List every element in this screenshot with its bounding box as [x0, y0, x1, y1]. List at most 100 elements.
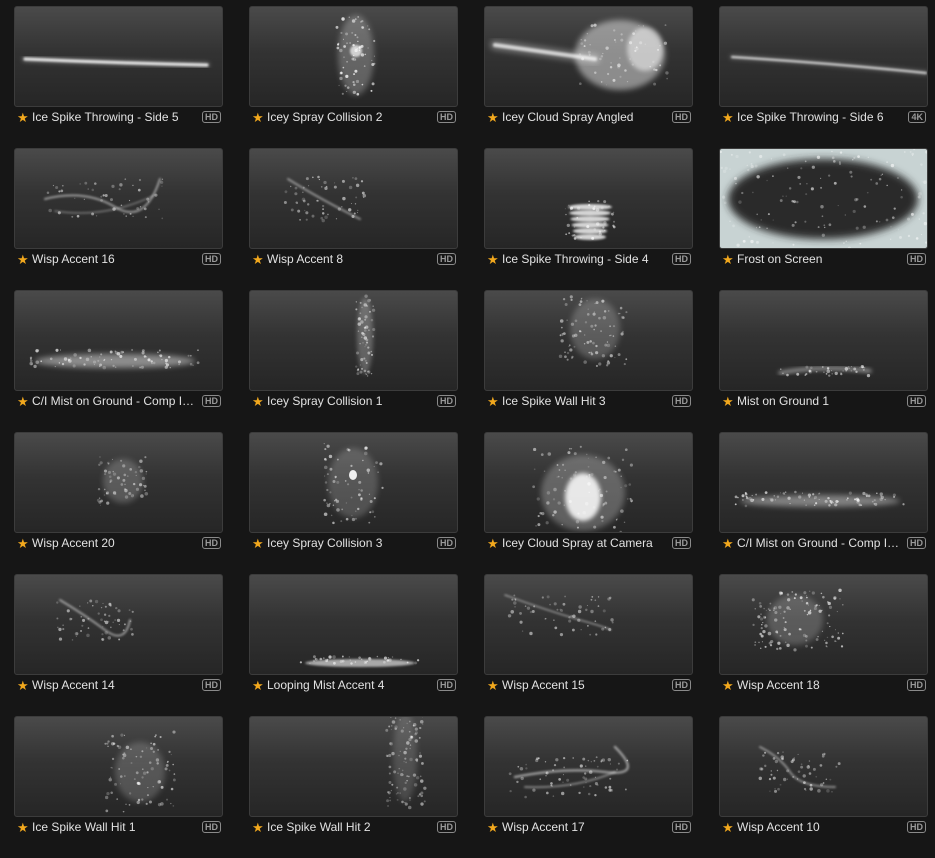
effect-thumbnail[interactable] [484, 432, 693, 533]
effect-thumbnail[interactable] [14, 290, 223, 391]
effect-caption: ★Ice Spike Throwing - Side 5HD [17, 109, 223, 125]
effect-tile[interactable]: ★Looping Mist Accent 4HD [249, 574, 458, 704]
star-icon[interactable]: ★ [722, 821, 736, 834]
star-icon[interactable]: ★ [487, 253, 501, 266]
effect-thumbnail[interactable] [14, 716, 223, 817]
effect-thumbnail[interactable] [484, 148, 693, 249]
effect-tile[interactable]: ★Wisp Accent 15HD [484, 574, 693, 704]
effect-tile[interactable]: ★Icey Cloud Spray at CameraHD [484, 432, 693, 562]
effect-caption: ★Wisp Accent 10HD [722, 819, 928, 835]
effect-tile[interactable]: ★Wisp Accent 20HD [14, 432, 223, 562]
effect-tile[interactable]: ★Wisp Accent 14HD [14, 574, 223, 704]
effect-thumbnail[interactable] [484, 6, 693, 107]
effect-caption: ★Wisp Accent 15HD [487, 677, 693, 693]
effect-tile[interactable]: ★C/I Mist on Ground - Comp In...HD [14, 290, 223, 420]
effect-title: Mist on Ground 1 [737, 394, 907, 408]
effect-thumbnail[interactable] [719, 574, 928, 675]
effect-preview-image [485, 433, 692, 532]
effect-tile[interactable]: ★Icey Spray Collision 2HD [249, 6, 458, 136]
effect-caption: ★Mist on Ground 1HD [722, 393, 928, 409]
effect-tile[interactable]: ★Icey Spray Collision 3HD [249, 432, 458, 562]
effect-preview-image [720, 149, 927, 248]
star-icon[interactable]: ★ [252, 395, 266, 408]
effect-thumbnail[interactable] [719, 716, 928, 817]
effect-thumbnail[interactable] [484, 574, 693, 675]
effect-thumbnail[interactable] [14, 574, 223, 675]
effect-thumbnail[interactable] [249, 574, 458, 675]
effect-tile[interactable]: ★Icey Cloud Spray AngledHD [484, 6, 693, 136]
effect-thumbnail[interactable] [249, 148, 458, 249]
effect-thumbnail[interactable] [14, 432, 223, 533]
effect-tile[interactable]: ★Ice Spike Throwing - Side 4HD [484, 148, 693, 278]
star-icon[interactable]: ★ [252, 253, 266, 266]
resolution-badge: HD [672, 679, 691, 691]
effect-title: Icey Spray Collision 2 [267, 110, 437, 124]
effect-thumbnail[interactable] [249, 6, 458, 107]
effect-preview-image [15, 717, 222, 816]
effect-tile[interactable]: ★Frost on ScreenHD [719, 148, 928, 278]
effect-thumbnail[interactable] [719, 290, 928, 391]
resolution-badge: HD [907, 679, 926, 691]
effect-tile[interactable]: ★C/I Mist on Ground - Comp In...HD [719, 432, 928, 562]
effect-thumbnail[interactable] [249, 432, 458, 533]
resolution-badge: HD [437, 821, 456, 833]
star-icon[interactable]: ★ [17, 537, 31, 550]
effect-preview-image [720, 575, 927, 674]
star-icon[interactable]: ★ [722, 111, 736, 124]
effect-tile[interactable]: ★Ice Spike Wall Hit 1HD [14, 716, 223, 846]
effect-caption: ★Wisp Accent 20HD [17, 535, 223, 551]
star-icon[interactable]: ★ [252, 111, 266, 124]
star-icon[interactable]: ★ [487, 537, 501, 550]
star-icon[interactable]: ★ [17, 395, 31, 408]
star-icon[interactable]: ★ [722, 537, 736, 550]
star-icon[interactable]: ★ [17, 821, 31, 834]
star-icon[interactable]: ★ [487, 395, 501, 408]
star-icon[interactable]: ★ [487, 821, 501, 834]
star-icon[interactable]: ★ [722, 395, 736, 408]
effect-preview-image [720, 291, 927, 390]
star-icon[interactable]: ★ [17, 253, 31, 266]
effect-preview-image [250, 433, 457, 532]
effect-tile[interactable]: ★Mist on Ground 1HD [719, 290, 928, 420]
effect-caption: ★C/I Mist on Ground - Comp In...HD [17, 393, 223, 409]
effect-tile[interactable]: ★Ice Spike Throwing - Side 5HD [14, 6, 223, 136]
effect-title: Icey Spray Collision 1 [267, 394, 437, 408]
effect-caption: ★Ice Spike Throwing - Side 4HD [487, 251, 693, 267]
effect-thumbnail[interactable] [719, 432, 928, 533]
effect-title: Wisp Accent 14 [32, 678, 202, 692]
star-icon[interactable]: ★ [17, 111, 31, 124]
effect-thumbnail[interactable] [249, 290, 458, 391]
effect-tile[interactable]: ★Ice Spike Wall Hit 3HD [484, 290, 693, 420]
resolution-badge: HD [202, 679, 221, 691]
star-icon[interactable]: ★ [17, 679, 31, 692]
resolution-badge: HD [437, 537, 456, 549]
star-icon[interactable]: ★ [252, 537, 266, 550]
effect-thumbnail[interactable] [484, 716, 693, 817]
star-icon[interactable]: ★ [487, 111, 501, 124]
star-icon[interactable]: ★ [722, 679, 736, 692]
effect-thumbnail[interactable] [249, 716, 458, 817]
star-icon[interactable]: ★ [487, 679, 501, 692]
effect-title: Ice Spike Throwing - Side 5 [32, 110, 202, 124]
effect-tile[interactable]: ★Wisp Accent 10HD [719, 716, 928, 846]
star-icon[interactable]: ★ [252, 821, 266, 834]
effect-tile[interactable]: ★Icey Spray Collision 1HD [249, 290, 458, 420]
effect-tile[interactable]: ★Wisp Accent 8HD [249, 148, 458, 278]
effect-tile[interactable]: ★Wisp Accent 17HD [484, 716, 693, 846]
effect-thumbnail[interactable] [14, 148, 223, 249]
effect-tile[interactable]: ★Ice Spike Throwing - Side 64K [719, 6, 928, 136]
effect-tile[interactable]: ★Wisp Accent 16HD [14, 148, 223, 278]
resolution-badge: 4K [908, 111, 926, 123]
effect-thumbnail[interactable] [14, 6, 223, 107]
effect-tile[interactable]: ★Wisp Accent 18HD [719, 574, 928, 704]
resolution-badge: HD [907, 821, 926, 833]
effect-title: Ice Spike Wall Hit 1 [32, 820, 202, 834]
effect-caption: ★Icey Spray Collision 3HD [252, 535, 458, 551]
effect-preview-image [15, 433, 222, 532]
star-icon[interactable]: ★ [252, 679, 266, 692]
effect-tile[interactable]: ★Ice Spike Wall Hit 2HD [249, 716, 458, 846]
effect-thumbnail[interactable] [719, 6, 928, 107]
effect-thumbnail[interactable] [719, 148, 928, 249]
star-icon[interactable]: ★ [722, 253, 736, 266]
effect-thumbnail[interactable] [484, 290, 693, 391]
